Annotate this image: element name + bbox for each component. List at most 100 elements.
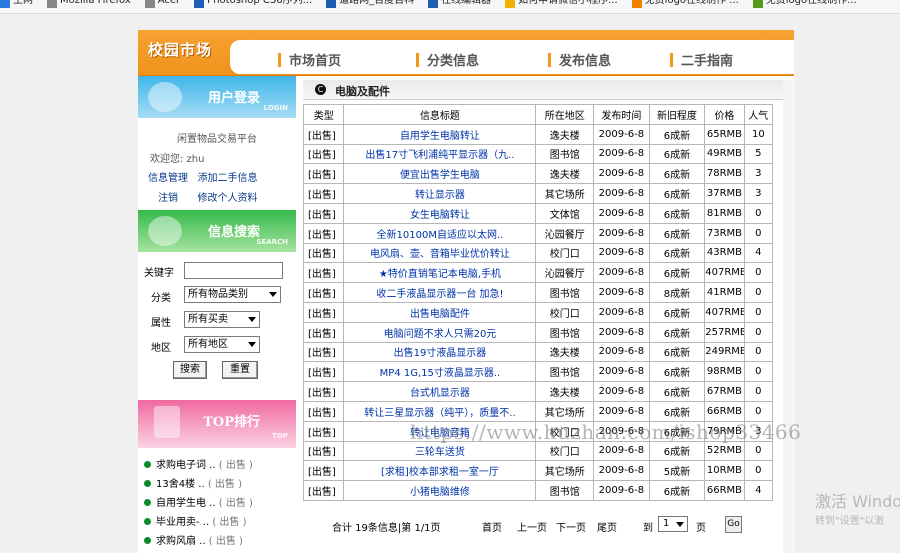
bookmark-item[interactable]: Mozilla Firefox bbox=[47, 0, 131, 8]
category-title: 电脑及配件 bbox=[335, 85, 390, 98]
title-link[interactable]: 电脑问题不求人只需20元 bbox=[343, 321, 537, 343]
date-cell: 2009-6-8 bbox=[593, 400, 650, 422]
type-cell: [出售] bbox=[302, 183, 345, 204]
area-cell: 图书馆 bbox=[535, 361, 595, 383]
top-item-name[interactable]: 求购风扇 .. bbox=[156, 536, 206, 547]
title-link[interactable]: [求租]校本部求租一室一厅 bbox=[343, 460, 537, 482]
title-link[interactable]: 全新10100M自适应以太网.. bbox=[343, 222, 537, 244]
keyword-input[interactable] bbox=[184, 262, 283, 279]
top-list-item[interactable]: 毕业用卖- .. ( 出售 ) bbox=[144, 513, 247, 528]
price-cell: 78RMB bbox=[704, 163, 745, 185]
condition-cell: 6成新 bbox=[648, 341, 706, 363]
top-list-item[interactable]: 求购风扇 .. ( 出售 ) bbox=[144, 532, 243, 547]
top-item-name[interactable]: 自用学生电 .. bbox=[156, 498, 216, 509]
bookmark-item[interactable]: 免费logo在线制作... bbox=[752, 0, 857, 8]
pager-first[interactable]: 首页 bbox=[482, 519, 502, 534]
title-link[interactable]: 收二手液晶显示器一台 加急! bbox=[343, 282, 537, 303]
condition-cell: 6成新 bbox=[648, 163, 706, 185]
table-row: [出售] 出售17寸飞利浦纯平显示器（九.. 图书馆 2009-6-8 6成新 49RMB… bbox=[302, 143, 774, 165]
date-cell: 2009-6-8 bbox=[593, 143, 650, 165]
title-link[interactable]: 转让显示器 bbox=[343, 183, 537, 204]
scrollbar[interactable] bbox=[783, 80, 793, 553]
chevron-down-icon bbox=[248, 342, 256, 347]
title-link[interactable]: 女生电脑转让 bbox=[343, 202, 537, 224]
condition-cell: 6成新 bbox=[648, 123, 706, 145]
title-link[interactable]: 转让三星显示器（纯平），质量不.. bbox=[343, 400, 537, 422]
title-link[interactable]: 台式机显示器 bbox=[343, 381, 537, 402]
top-item-tag: ( 出售 ) bbox=[207, 479, 242, 490]
date-cell: 2009-6-8 bbox=[593, 282, 650, 303]
pager-prev[interactable]: 上一页 bbox=[517, 519, 547, 534]
title-link[interactable]: MP4 1G,15寸液晶显示器.. bbox=[343, 361, 537, 383]
title-link[interactable]: 便宜出售学生电脑 bbox=[343, 163, 537, 185]
title-link[interactable]: 小猪电脑维修 bbox=[343, 480, 537, 501]
nav-home[interactable]: 市场首页 bbox=[278, 50, 341, 69]
top-list-item[interactable]: 求购电子词 .. ( 出售 ) bbox=[144, 456, 253, 471]
area-cell: 沁园餐厅 bbox=[535, 262, 595, 284]
condition-cell: 6成新 bbox=[648, 301, 706, 323]
site-logo[interactable]: 校园市场 bbox=[148, 39, 212, 60]
pager-go-button[interactable]: Go bbox=[725, 516, 742, 533]
search-button[interactable]: 搜索 bbox=[173, 361, 207, 379]
title-link[interactable]: 出售17寸飞利浦纯平显示器（九.. bbox=[343, 143, 537, 165]
reset-button[interactable]: 重置 bbox=[222, 361, 258, 379]
category-select[interactable]: 所有物品类别 bbox=[184, 286, 281, 303]
table-row: [出售] 三轮车送货 校门口 2009-6-8 6成新 52RMB 0 bbox=[302, 440, 774, 462]
bookmark-item[interactable]: 免费logo在线制作 ... bbox=[631, 0, 739, 8]
nav-publish[interactable]: 发布信息 bbox=[548, 50, 611, 69]
bookmark-label: 免费logo在线制作 ... bbox=[644, 0, 739, 6]
document-icon bbox=[154, 406, 180, 438]
nav-categories[interactable]: 分类信息 bbox=[416, 50, 479, 69]
views-cell: 3 bbox=[743, 183, 774, 204]
manage-info-link[interactable]: 信息管理 bbox=[148, 173, 188, 184]
edit-profile-link[interactable]: 修改个人资料 bbox=[198, 193, 258, 204]
area-cell: 逸夫楼 bbox=[535, 381, 595, 402]
type-cell: [出售] bbox=[302, 301, 345, 323]
category-icon: C bbox=[315, 84, 326, 95]
attribute-select[interactable]: 所有买卖 bbox=[184, 311, 260, 328]
top-item-name[interactable]: 求购电子词 .. bbox=[156, 460, 216, 471]
bookmark-label: 生网 bbox=[13, 0, 33, 6]
bookmark-item[interactable]: 道路网_百度百科 bbox=[326, 0, 414, 8]
bookmark-item[interactable]: 在线编辑器 bbox=[428, 0, 491, 8]
price-cell: 52RMB bbox=[704, 440, 745, 462]
top-list-item[interactable]: 13舍4楼 .. ( 出售 ) bbox=[144, 475, 242, 490]
pager-last[interactable]: 尾页 bbox=[597, 519, 617, 534]
bookmark-label: 道路网_百度百科 bbox=[339, 0, 415, 6]
date-cell: 2009-6-8 bbox=[593, 242, 650, 264]
title-link[interactable]: 电风扇、壶、音箱毕业优价转让 bbox=[343, 242, 537, 264]
chevron-down-icon bbox=[269, 292, 277, 297]
title-link[interactable]: 三轮车送货 bbox=[343, 440, 537, 462]
top-list-item[interactable]: 自用学生电 .. ( 出售 ) bbox=[144, 494, 253, 509]
type-cell: [出售] bbox=[302, 242, 345, 264]
bookmark-icon bbox=[631, 0, 642, 8]
date-cell: 2009-6-8 bbox=[593, 381, 650, 402]
chevron-down-icon bbox=[676, 522, 684, 527]
top-item-name[interactable]: 毕业用卖- .. bbox=[156, 517, 209, 528]
logout-link[interactable]: 注销 bbox=[158, 193, 178, 204]
bookmark-item[interactable]: Acer bbox=[144, 0, 180, 8]
bookmark-item[interactable]: Photoshop CS6序列... bbox=[194, 0, 312, 8]
date-cell: 2009-6-8 bbox=[593, 123, 650, 145]
pager-next[interactable]: 下一页 bbox=[556, 519, 586, 534]
area-select[interactable]: 所有地区 bbox=[184, 336, 260, 353]
bookmark-item[interactable]: 如何申请微信小程序... bbox=[505, 0, 618, 8]
login-welcome-text: 欢迎您: zhu bbox=[150, 154, 205, 165]
pager-page-select[interactable]: 1 bbox=[658, 516, 688, 532]
title-link[interactable]: 自用学生电脑转让 bbox=[343, 123, 537, 145]
bookmark-item[interactable]: 生网 bbox=[0, 0, 33, 8]
column-header: 信息标题 bbox=[343, 104, 537, 125]
windows-activate-line2: 转到"设置"以激 bbox=[815, 516, 885, 527]
nav-guide[interactable]: 二手指南 bbox=[670, 50, 733, 69]
title-link[interactable]: 出售19寸液晶显示器 bbox=[343, 341, 537, 363]
search-subtitle: SEARCH bbox=[256, 238, 288, 246]
title-link[interactable]: ★特价直销笔记本电脑,手机 bbox=[343, 262, 537, 284]
date-cell: 2009-6-8 bbox=[593, 262, 650, 284]
type-cell: [出售] bbox=[302, 123, 345, 145]
add-secondhand-link[interactable]: 添加二手信息 bbox=[198, 173, 258, 184]
title-link[interactable]: 出售电脑配件 bbox=[343, 301, 537, 323]
top-item-name[interactable]: 13舍4楼 .. bbox=[156, 479, 205, 490]
bookmark-icon bbox=[752, 0, 763, 8]
category-select-value: 所有物品类别 bbox=[188, 289, 248, 300]
area-cell: 沁园餐厅 bbox=[535, 222, 595, 244]
